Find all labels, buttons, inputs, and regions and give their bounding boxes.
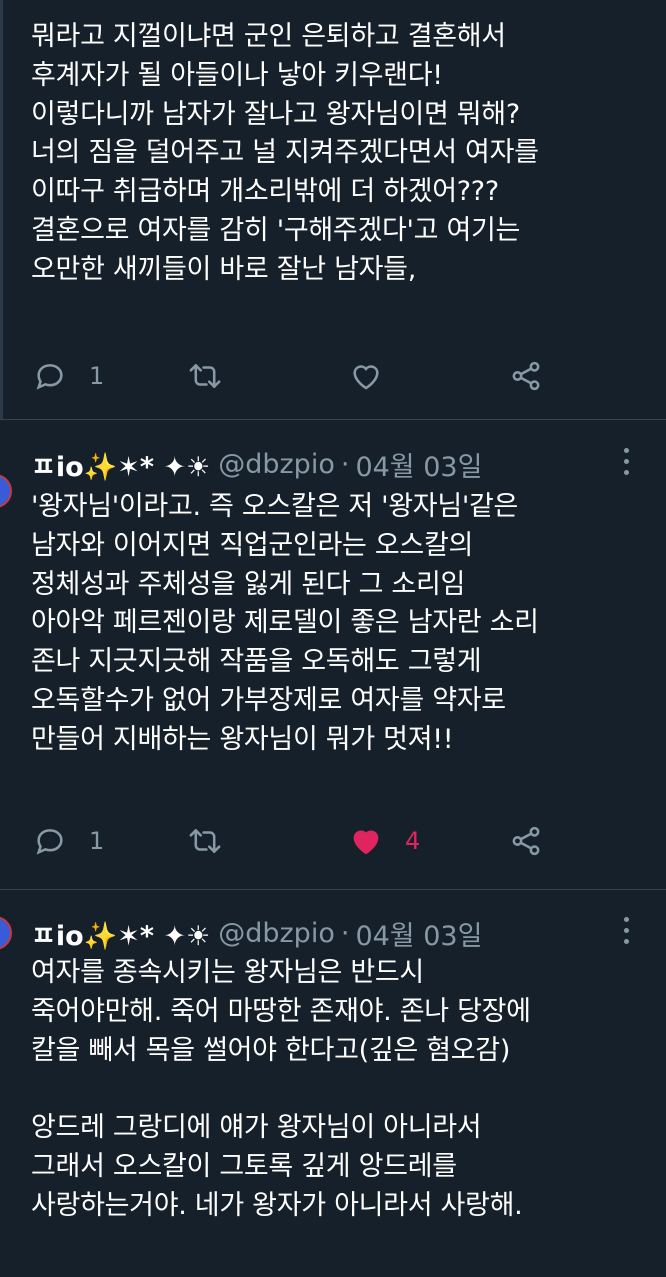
tweet-text: 뭐라고 지껄이냐면 군인 은퇴하고 결혼해서 후계자가 될 아들이나 낳아 키우… bbox=[31, 21, 539, 285]
like-count: 4 bbox=[405, 827, 421, 855]
heart-icon bbox=[353, 365, 379, 390]
user-handle[interactable]: @dbzpio bbox=[218, 918, 335, 949]
retweet-icon bbox=[189, 364, 221, 388]
heart-filled-icon bbox=[353, 830, 379, 855]
avatar[interactable] bbox=[0, 916, 12, 950]
tweet-2[interactable]: ㅍio✨✶* ✦☀ @dbzpio · 04월 03일 '왕자님'이라고. 즉 … bbox=[0, 420, 666, 890]
share-button[interactable] bbox=[509, 354, 543, 398]
tweet-date[interactable]: 04월 03일 bbox=[355, 914, 482, 953]
reply-button[interactable]: 1 bbox=[33, 819, 104, 863]
display-name[interactable]: ㅍio✨✶* ✦☀ bbox=[31, 445, 210, 484]
reply-button[interactable]: 1 bbox=[33, 354, 104, 398]
tweet-1[interactable]: 뭐라고 지껄이냐면 군인 은퇴하고 결혼해서 후계자가 될 아들이나 낳아 키우… bbox=[0, 0, 666, 420]
retweet-icon bbox=[189, 829, 221, 853]
avatar[interactable] bbox=[0, 474, 12, 508]
share-icon bbox=[512, 361, 540, 391]
retweet-button[interactable] bbox=[188, 354, 222, 398]
share-icon bbox=[512, 826, 540, 856]
reply-icon bbox=[36, 364, 63, 390]
tweet-text: '왕자님'이라고. 즉 오스칼은 저 '왕자님'같은 남자와 이어지면 직업군인… bbox=[31, 491, 539, 755]
retweet-button[interactable] bbox=[188, 819, 222, 863]
separator-dot: · bbox=[340, 448, 350, 480]
tweet-date[interactable]: 04월 03일 bbox=[355, 445, 482, 484]
tweet-header: ㅍio✨✶* ✦☀ @dbzpio · 04월 03일 bbox=[31, 444, 646, 484]
like-button[interactable]: 4 bbox=[349, 819, 420, 863]
display-name[interactable]: ㅍio✨✶* ✦☀ bbox=[31, 914, 210, 953]
like-button[interactable] bbox=[349, 354, 405, 398]
tweet-text: 여자를 종속시키는 왕자님은 반드시 죽어야만해. 죽어 마땅한 존재야. 존나… bbox=[31, 957, 531, 1221]
thread-line bbox=[0, 0, 3, 420]
more-options-icon[interactable] bbox=[624, 917, 630, 944]
reply-icon bbox=[36, 829, 63, 855]
tweet-actions: 1 bbox=[31, 354, 646, 398]
more-options-icon[interactable] bbox=[624, 448, 630, 475]
user-handle[interactable]: @dbzpio bbox=[218, 449, 335, 480]
tweet-3[interactable]: ㅍio✨✶* ✦☀ @dbzpio · 04월 03일 여자를 종속시키는 왕자… bbox=[0, 890, 666, 1277]
tweet-actions: 1 4 bbox=[31, 819, 646, 863]
reply-count: 1 bbox=[89, 362, 105, 390]
reply-count: 1 bbox=[89, 827, 105, 855]
separator-dot: · bbox=[340, 917, 350, 949]
share-button[interactable] bbox=[509, 819, 543, 863]
tweet-header: ㅍio✨✶* ✦☀ @dbzpio · 04월 03일 bbox=[31, 913, 646, 953]
